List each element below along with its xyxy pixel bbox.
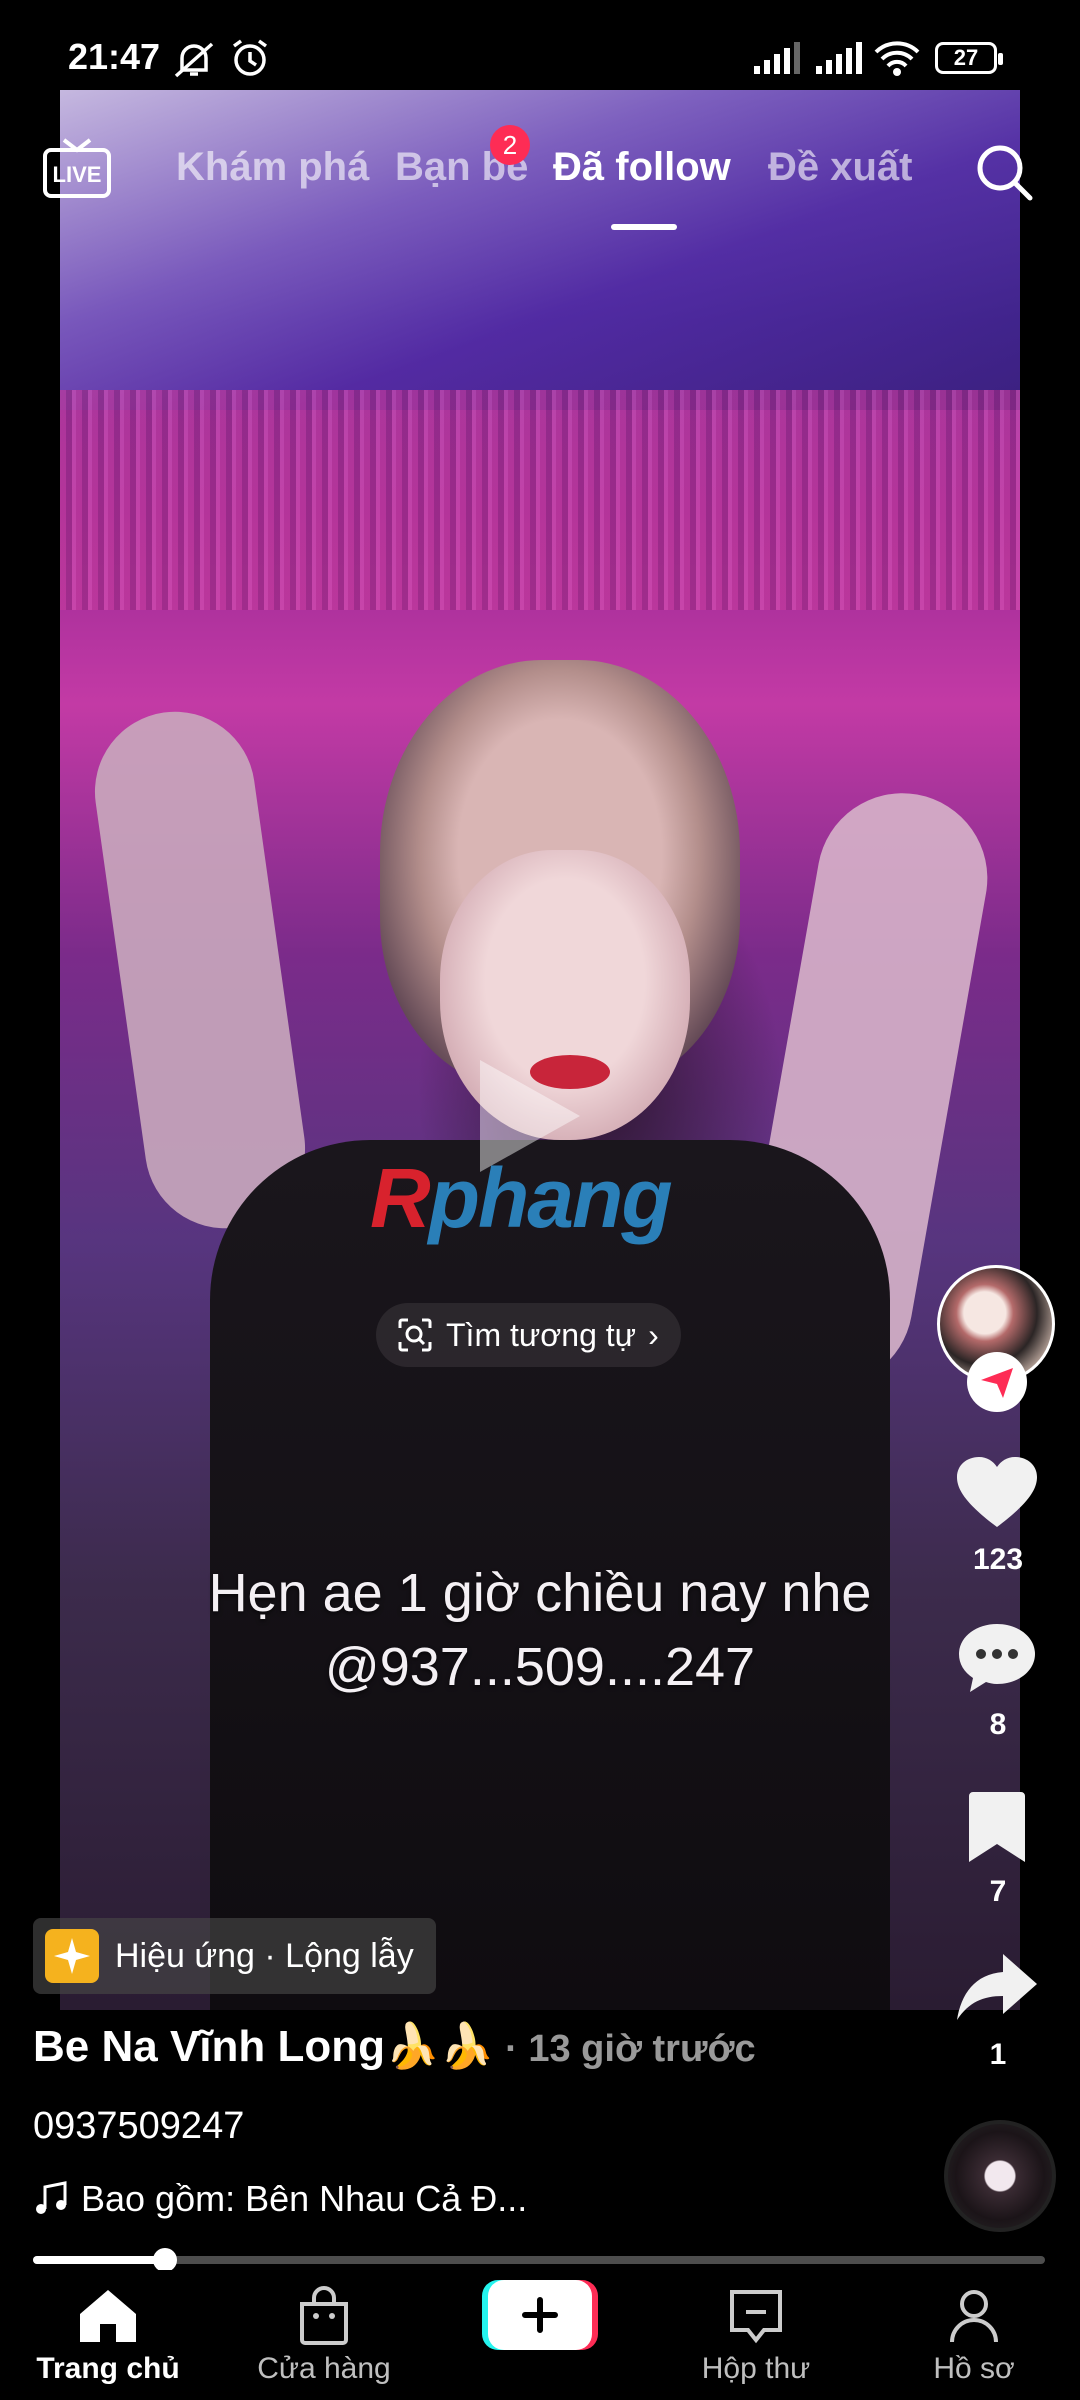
music-info[interactable]: Bao gồm: Bên Nhau Cả Đ... [33, 2178, 527, 2220]
nav-shop[interactable]: Cửa hàng [234, 2270, 414, 2386]
watermark-part1: R [370, 1151, 431, 1245]
sparkle-icon [45, 1929, 99, 1983]
author-name-text: Be Na Vĩnh Long🍌🍌 [33, 2022, 495, 2071]
effect-chip[interactable]: Hiệu ứng · Lộng lẫy [33, 1918, 436, 1994]
video-background-tent [60, 90, 1020, 410]
image-search-icon [398, 1318, 432, 1352]
share-count: 1 [989, 2038, 1007, 2071]
profile-icon [950, 2290, 998, 2343]
effect-label: Hiệu ứng · Lộng lẫy [115, 1936, 414, 1975]
tab-for-you[interactable]: Đề xuất [768, 145, 913, 190]
find-similar-button[interactable]: Tìm tương tự › [376, 1303, 681, 1367]
follow-button[interactable] [967, 1352, 1027, 1412]
battery-indicator: 27 [935, 42, 1003, 74]
progress-fill [33, 2256, 165, 2264]
status-time: 21:47 [68, 36, 161, 77]
active-tab-indicator [611, 224, 677, 230]
comment-count: 8 [989, 1708, 1007, 1741]
nav-home-label: Trang chủ [36, 2352, 180, 2385]
music-disc[interactable] [944, 2120, 1056, 2232]
tab-explore[interactable]: Khám phá [176, 145, 369, 190]
caption-line: @937...509....247 [324, 1637, 756, 1697]
tab-following[interactable]: Đã follow [553, 145, 731, 190]
wifi-icon [874, 41, 920, 76]
video-progress-bar[interactable] [33, 2248, 1045, 2272]
inbox-icon [730, 2290, 782, 2344]
signal-icon [754, 42, 800, 74]
heart-icon[interactable] [955, 1455, 1039, 1531]
home-icon [80, 2290, 136, 2342]
music-title: Bao gồm: Bên Nhau Cả Đ... [81, 2178, 528, 2219]
save-count: 7 [989, 1875, 1007, 1908]
chevron-right-icon: › [648, 1316, 659, 1353]
like-count: 123 [972, 1543, 1024, 1576]
alarm-icon [232, 39, 268, 76]
author-name[interactable]: Be Na Vĩnh Long🍌🍌 · 13 giờ trước [33, 2020, 756, 2072]
watermark-logo: Rphang [370, 1150, 673, 1247]
search-icon[interactable] [972, 140, 1036, 204]
progress-knob[interactable] [152, 2248, 177, 2272]
nav-profile[interactable]: Hồ sơ [884, 2270, 1064, 2386]
bell-muted-icon [174, 42, 214, 78]
send-icon [981, 1368, 1013, 1398]
notification-badge: 2 [490, 125, 530, 165]
post-time: · 13 giờ trước [494, 2028, 756, 2070]
svg-text:LIVE: LIVE [53, 162, 102, 187]
find-similar-label: Tìm tương tự [446, 1316, 637, 1353]
create-button[interactable] [482, 2278, 598, 2352]
video-caption: Hẹn ae 1 giờ chiều nay nhe @937...509...… [60, 1556, 1020, 1704]
nav-inbox[interactable]: Hộp thư [666, 2270, 846, 2386]
signal-icon [816, 42, 862, 74]
shopping-bag-icon [300, 2286, 348, 2345]
live-icon[interactable]: LIVE [42, 136, 112, 200]
caption-line: Hẹn ae 1 giờ chiều nay nhe [208, 1563, 872, 1623]
video-person-arm [84, 701, 316, 1239]
bookmark-icon[interactable] [967, 1790, 1027, 1866]
share-icon[interactable] [955, 1950, 1039, 2026]
post-description: 0937509247 [33, 2105, 245, 2147]
comment-icon[interactable] [956, 1620, 1038, 1696]
video-background-fringe [60, 390, 1020, 610]
nav-home[interactable]: Trang chủ [18, 2270, 198, 2386]
watermark-part2: phang [428, 1151, 673, 1245]
nav-profile-label: Hồ sơ [933, 2352, 1015, 2385]
nav-shop-label: Cửa hàng [257, 2352, 391, 2385]
nav-inbox-label: Hộp thư [701, 2352, 811, 2385]
music-note-icon [36, 2181, 67, 2214]
video-player[interactable] [60, 90, 1020, 2010]
